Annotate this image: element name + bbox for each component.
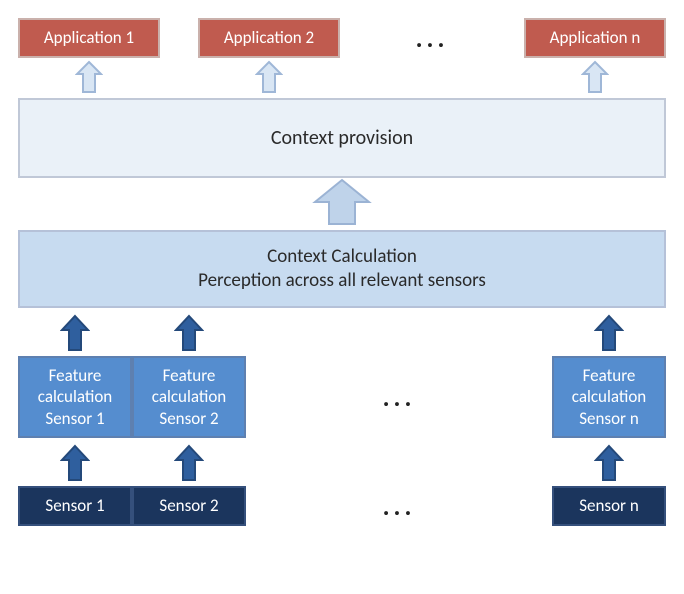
feature-box: Feature calculation Sensor n	[552, 356, 666, 438]
up-arrow-icon	[552, 444, 666, 484]
arrows-sensors-to-features	[18, 442, 666, 486]
feature-line: Feature	[163, 365, 216, 386]
context-calc-line2: Perception across all relevant sensors	[198, 269, 486, 293]
up-arrow-icon	[524, 60, 666, 96]
sensors-row: Sensor 1 Sensor 2 ... Sensor n	[18, 486, 666, 526]
feature-line: Sensor n	[579, 408, 639, 429]
arrows-provision-to-apps	[18, 58, 666, 98]
features-row: Feature calculation Sensor 1 Feature cal…	[18, 356, 666, 438]
sensor-box: Sensor n	[552, 486, 666, 526]
arrows-features-to-calc	[18, 312, 666, 356]
applications-row: Application 1 Application 2 ... Applicat…	[18, 18, 666, 58]
feature-line: Sensor 2	[159, 408, 218, 429]
up-arrow-icon	[18, 60, 160, 96]
context-provision-box: Context provision	[18, 98, 666, 178]
ellipsis: ...	[246, 490, 552, 522]
ellipsis: ...	[378, 22, 486, 54]
application-box: Application n	[524, 18, 666, 58]
feature-box: Feature calculation Sensor 2	[132, 356, 246, 438]
sensor-box: Sensor 2	[132, 486, 246, 526]
up-arrow-icon	[132, 444, 246, 484]
arrow-calc-to-provision	[18, 178, 666, 230]
ellipsis: ...	[246, 381, 552, 413]
up-arrow-icon	[198, 60, 340, 96]
context-calc-line1: Context Calculation	[267, 245, 417, 269]
context-calculation-box: Context Calculation Perception across al…	[18, 230, 666, 308]
feature-line: Sensor 1	[45, 408, 104, 429]
up-arrow-icon	[18, 444, 132, 484]
application-box: Application 2	[198, 18, 340, 58]
application-box: Application 1	[18, 18, 160, 58]
up-arrow-icon	[311, 178, 373, 228]
feature-line: calculation	[572, 386, 646, 407]
feature-line: calculation	[152, 386, 226, 407]
feature-line: calculation	[38, 386, 112, 407]
feature-line: Feature	[583, 365, 636, 386]
sensor-box: Sensor 1	[18, 486, 132, 526]
up-arrow-icon	[552, 314, 666, 354]
up-arrow-icon	[18, 314, 132, 354]
feature-box: Feature calculation Sensor 1	[18, 356, 132, 438]
feature-line: Feature	[49, 365, 102, 386]
up-arrow-icon	[132, 314, 246, 354]
